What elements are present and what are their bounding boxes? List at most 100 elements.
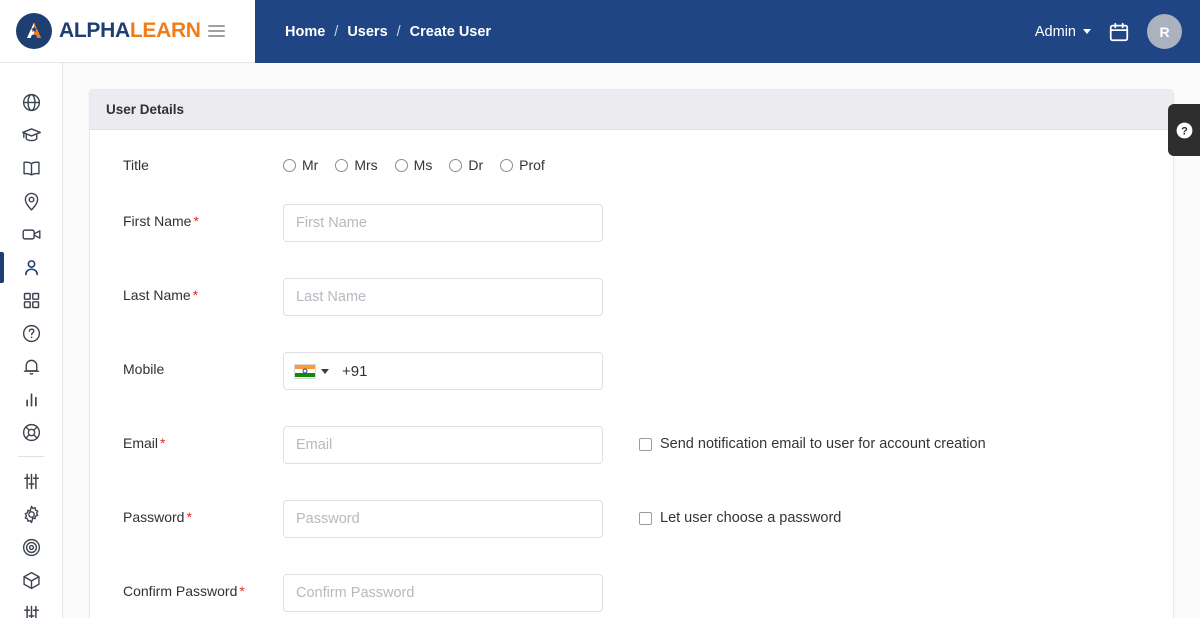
avatar[interactable]: R (1147, 14, 1182, 49)
radio-option-prof[interactable]: Prof (500, 157, 545, 173)
breadcrumb: Home / Users / Create User (285, 24, 491, 40)
sidebar-item-goals[interactable] (0, 531, 62, 564)
required-marker: * (239, 583, 245, 599)
field-email (283, 426, 603, 464)
sidebar-item-advanced[interactable] (0, 597, 62, 618)
sidebar-item-users[interactable] (0, 251, 62, 284)
graduation-cap-icon (21, 128, 41, 142)
question-circle-icon (22, 324, 40, 343)
svg-text:?: ? (1181, 125, 1188, 137)
sliders-icon (23, 473, 39, 490)
book-open-icon (22, 161, 40, 176)
required-marker: * (160, 435, 166, 451)
calendar-icon[interactable] (1108, 21, 1130, 43)
sidebar-item-packages[interactable] (0, 564, 62, 597)
breadcrumb-item-home[interactable]: Home (285, 24, 325, 40)
sidebar-item-support[interactable] (0, 416, 62, 449)
last-name-input[interactable] (283, 278, 603, 316)
radio-option-dr[interactable]: Dr (449, 157, 483, 173)
radio-indicator (449, 158, 463, 172)
radio-option-mrs[interactable]: Mrs (335, 157, 378, 173)
sidebar-item-locations[interactable] (0, 185, 62, 218)
label-text: Last Name (123, 287, 191, 303)
sidebar-item-settings[interactable] (0, 498, 62, 531)
lifebuoy-icon (22, 423, 40, 442)
avatar-initial: R (1159, 23, 1170, 40)
admin-label: Admin (1034, 23, 1076, 40)
field-password (283, 500, 603, 538)
label-text: First Name (123, 213, 192, 229)
nav-right-group: Admin R (1035, 14, 1182, 49)
box-icon (22, 571, 40, 590)
breadcrumb-item-users[interactable]: Users (347, 24, 387, 40)
password-side: Let user choose a password (603, 500, 1157, 526)
last-name-side (603, 278, 1157, 288)
mobile-dial-code: +91 (342, 362, 368, 380)
label-last-name: Last Name * (106, 278, 283, 303)
target-icon (22, 538, 40, 557)
confirm-password-input[interactable] (283, 574, 603, 612)
breadcrumb-item-create-user[interactable]: Create User (410, 24, 491, 40)
radio-option-ms[interactable]: Ms (394, 157, 432, 173)
sidebar-item-apps[interactable] (0, 284, 62, 317)
sidebar-item-courses[interactable] (0, 119, 62, 152)
brand-wordmark[interactable]: ALPHALEARN (59, 19, 201, 43)
send-notification-label: Send notification email to user for acco… (660, 436, 986, 452)
let-user-choose-password-checkbox-row[interactable]: Let user choose a password (639, 510, 1157, 526)
help-tab-button[interactable]: ? (1168, 104, 1200, 156)
user-details-card: User Details Title Mr Mrs Ms Dr Prof Fir… (89, 89, 1174, 618)
mobile-side (603, 352, 1157, 362)
required-marker: * (193, 213, 199, 229)
radio-label: Prof (519, 157, 545, 173)
label-password: Password * (106, 500, 283, 525)
bar-chart-icon (25, 393, 37, 407)
title-radio-group: Mr Mrs Ms Dr Prof (283, 148, 545, 173)
field-confirm-password (283, 574, 603, 612)
top-bar: ALPHALEARN Home / Users / Create User Ad… (0, 0, 1200, 63)
password-input[interactable] (283, 500, 603, 538)
sidebar-item-help[interactable] (0, 317, 62, 350)
let-user-choose-password-label: Let user choose a password (660, 510, 842, 526)
let-user-choose-password-checkbox[interactable] (639, 511, 652, 525)
send-notification-checkbox-row[interactable]: Send notification email to user for acco… (639, 436, 1157, 452)
label-confirm-password: Confirm Password * (106, 574, 283, 599)
radio-label: Mr (302, 157, 319, 173)
main-content: User Details Title Mr Mrs Ms Dr Prof Fir… (63, 63, 1200, 618)
mobile-input-group[interactable]: +91 (283, 352, 603, 390)
sidebar-item-webinars[interactable] (0, 218, 62, 251)
sidebar-item-globe[interactable] (0, 86, 62, 119)
label-mobile: Mobile (123, 361, 165, 377)
chevron-down-icon[interactable] (321, 368, 329, 374)
form-row-last-name: Last Name * (106, 278, 1157, 328)
sidebar-item-preferences[interactable] (0, 465, 62, 498)
email-input[interactable] (283, 426, 603, 464)
radio-label: Mrs (354, 157, 378, 173)
send-notification-checkbox[interactable] (639, 437, 652, 451)
form-row-first-name: First Name * (106, 204, 1157, 254)
confirm-password-side (603, 574, 1157, 584)
radio-option-mr[interactable]: Mr (283, 157, 318, 173)
sidebar-item-notifications[interactable] (0, 350, 62, 383)
first-name-input[interactable] (283, 204, 603, 242)
grid-icon (23, 292, 39, 309)
email-side: Send notification email to user for acco… (603, 426, 1157, 452)
bell-icon (23, 359, 39, 375)
form-row-email: Email* Send notification email to user f… (106, 426, 1157, 476)
nav-zone: Home / Users / Create User Admin R (255, 0, 1200, 63)
sidebar-divider (18, 456, 44, 457)
label-text: Password (123, 509, 185, 525)
card-body: Title Mr Mrs Ms Dr Prof First Name * Fir… (90, 130, 1173, 618)
field-first-name (283, 204, 603, 242)
globe-icon (22, 93, 40, 112)
required-marker: * (186, 509, 192, 525)
breadcrumb-separator: / (396, 23, 401, 40)
gear-icon (24, 505, 38, 524)
admin-dropdown[interactable]: Admin (1035, 24, 1091, 40)
form-row-confirm-password: Confirm Password * (106, 574, 1157, 618)
hamburger-menu-icon[interactable] (207, 25, 225, 37)
alphalearn-logo-icon[interactable] (16, 13, 52, 49)
sidebar-item-reports[interactable] (0, 383, 62, 416)
form-row-title: Title Mr Mrs Ms Dr Prof (106, 148, 1157, 182)
sidebar-item-library[interactable] (0, 152, 62, 185)
card-header: User Details (90, 90, 1173, 130)
